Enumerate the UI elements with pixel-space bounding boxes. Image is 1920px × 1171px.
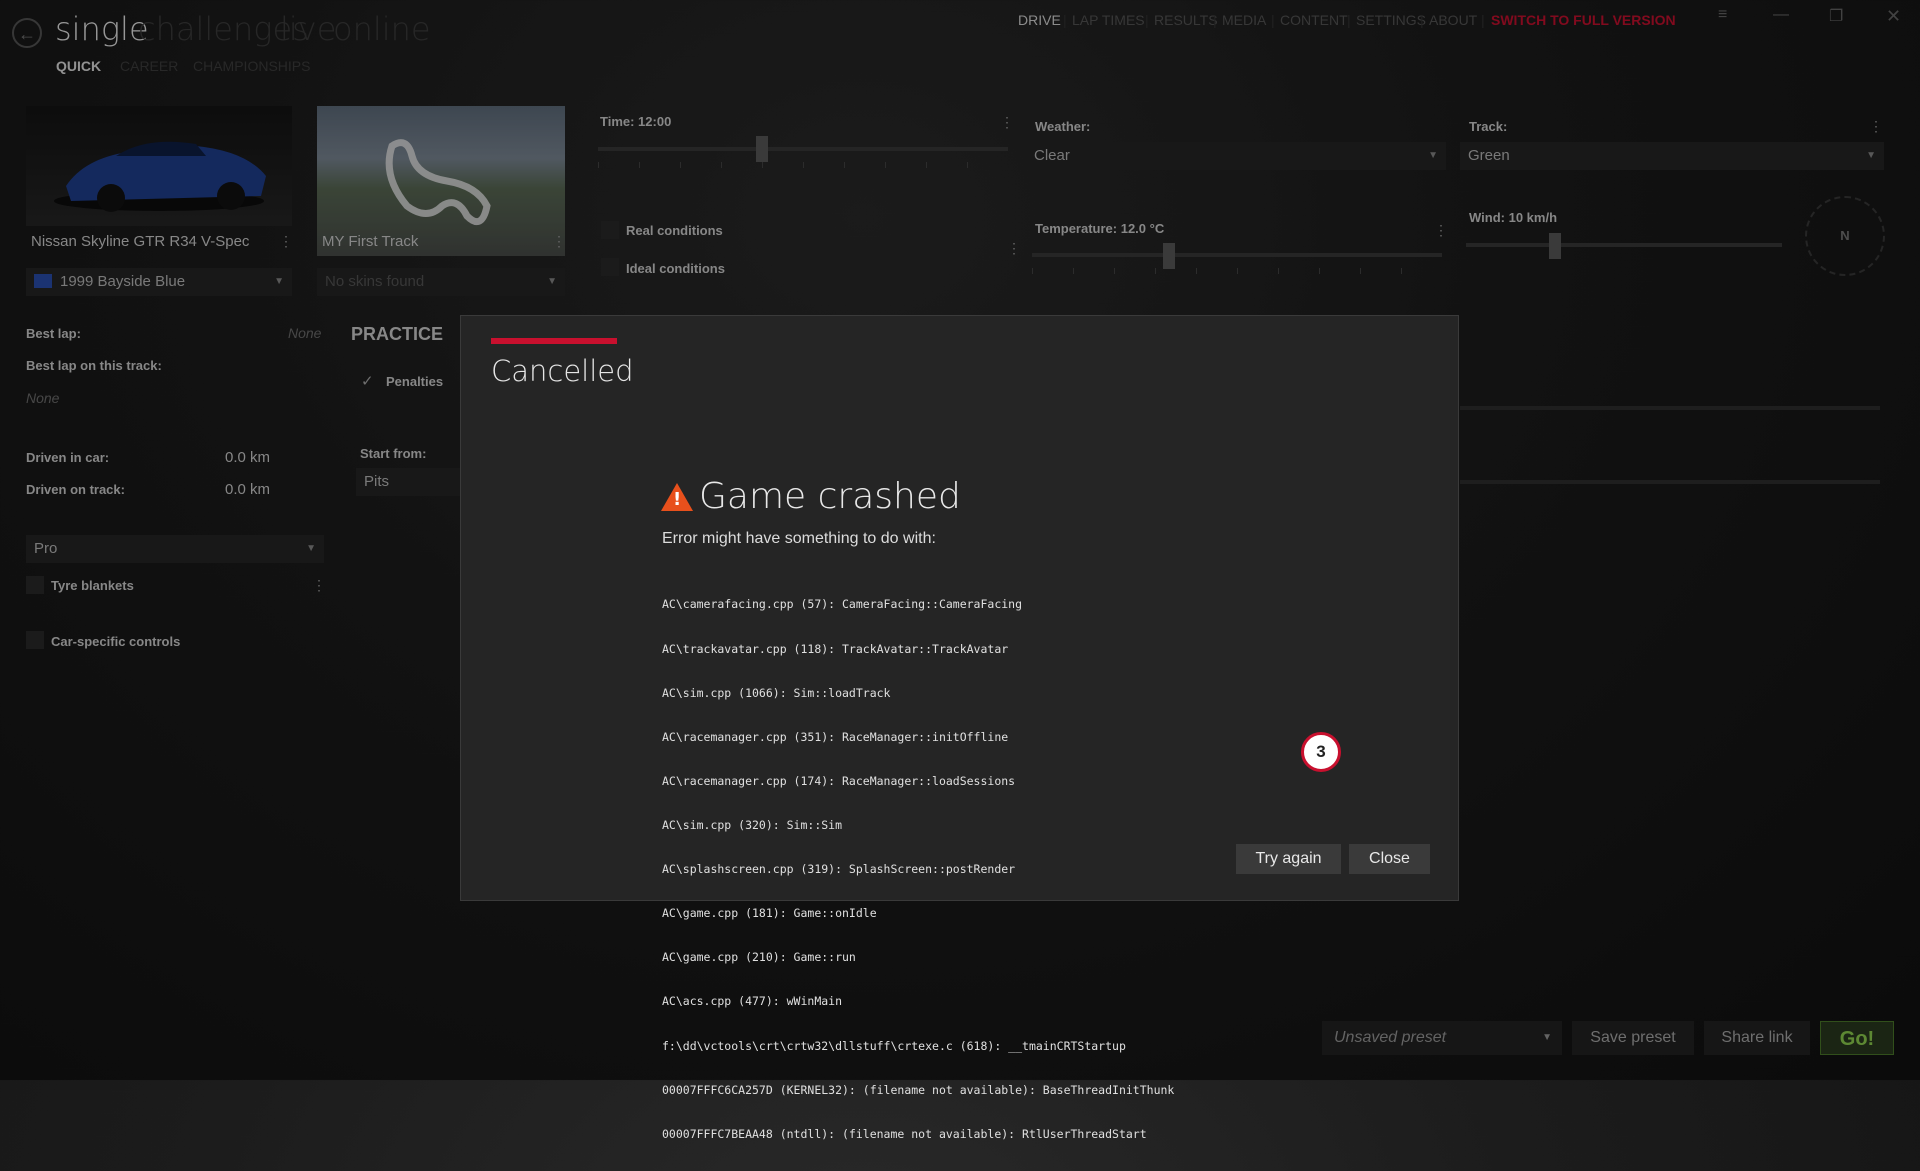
trace-line: AC\game.cpp (181): Game::onIdle <box>662 906 877 921</box>
trace-line: AC\acs.cpp (477): wWinMain <box>662 994 843 1009</box>
trace-line: 00007FFFC6CA257D (KERNEL32): (filename n… <box>662 1082 1175 1097</box>
trace-line: AC\camerafacing.cpp (57): CameraFacing::… <box>662 597 1023 612</box>
stack-trace: AC\camerafacing.cpp (57): CameraFacing::… <box>662 568 1174 1171</box>
crash-heading: ! Game crashed <box>661 476 961 517</box>
step-badge: 3 <box>1301 732 1341 772</box>
close-button[interactable]: Close <box>1349 844 1430 874</box>
trace-line: AC\sim.cpp (1066): Sim::loadTrack <box>662 685 891 700</box>
trace-line: AC\trackavatar.cpp (118): TrackAvatar::T… <box>662 641 1009 656</box>
error-intro: Error might have something to do with: <box>662 530 936 547</box>
trace-line: AC\sim.cpp (320): Sim::Sim <box>662 817 843 832</box>
warning-icon: ! <box>661 482 693 511</box>
try-again-button[interactable]: Try again <box>1236 844 1341 874</box>
dialog-accent-bar <box>491 338 617 344</box>
trace-line: 00007FFFC7BEAA48 (ntdll): (filename not … <box>662 1126 1147 1141</box>
dialog-title: Cancelled <box>491 354 634 388</box>
trace-line: AC\racemanager.cpp (351): RaceManager::i… <box>662 729 1009 744</box>
trace-line: AC\splashscreen.cpp (319): SplashScreen:… <box>662 862 1016 877</box>
trace-line: AC\game.cpp (210): Game::run <box>662 950 856 965</box>
trace-line: f:\dd\vctools\crt\crtw32\dllstuff\crtexe… <box>662 1038 1126 1053</box>
crash-dialog: Cancelled ! Game crashed Error might hav… <box>460 315 1459 1141</box>
trace-line: AC\racemanager.cpp (174): RaceManager::l… <box>662 773 1016 788</box>
crash-title-text: Game crashed <box>699 476 961 517</box>
